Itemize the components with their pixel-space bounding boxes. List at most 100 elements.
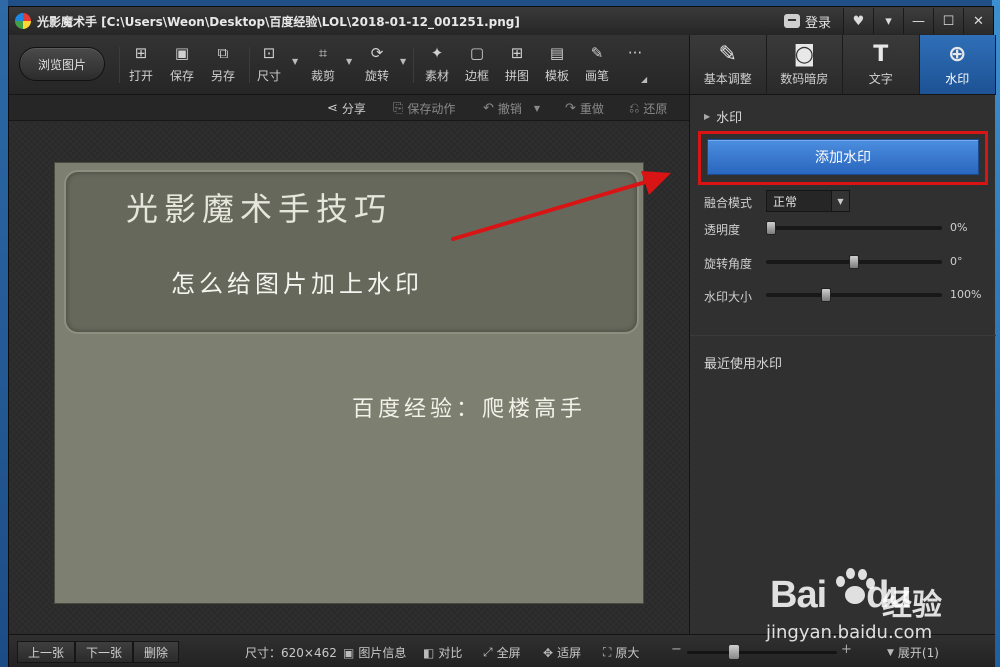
- right-panel: ✎ 基本调整 ◙ 数码暗房 T 文字 ⊕ 水印 ▶ 水印 添加水印 融合模式 正…: [689, 35, 996, 634]
- tool-save-as-label: 另存: [210, 69, 235, 83]
- rotation-slider-thumb[interactable]: [849, 255, 859, 269]
- restore-icon: ⎌: [629, 101, 640, 116]
- panel-tabs: ✎ 基本调整 ◙ 数码暗房 T 文字 ⊕ 水印: [690, 35, 996, 95]
- compare-label: 对比: [438, 646, 463, 660]
- tool-frame[interactable]: ▢ 边框: [457, 45, 497, 89]
- close-button[interactable]: ✕: [963, 8, 993, 34]
- fit-screen-button[interactable]: ✥ 适屏: [543, 644, 581, 661]
- share-button[interactable]: ⋖ 分享: [327, 100, 366, 117]
- tab-text[interactable]: T 文字: [843, 35, 920, 94]
- tool-save-label: 保存: [169, 69, 194, 83]
- more-icon: ···: [627, 44, 643, 62]
- save-action-button[interactable]: ⎘ 保存动作: [393, 100, 455, 117]
- blend-mode-value: 正常: [773, 194, 798, 209]
- tab-darkroom[interactable]: ◙ 数码暗房: [766, 35, 843, 94]
- crop-dropdown-icon[interactable]: ▼: [346, 57, 352, 66]
- material-icon: ✦: [430, 44, 444, 62]
- compare-button[interactable]: ◧ 对比: [423, 644, 462, 661]
- tab-basic-adjust[interactable]: ✎ 基本调整: [690, 35, 767, 94]
- watermark-icon: ⊕: [948, 42, 967, 67]
- baidu-jingyan-text: 经验: [882, 588, 942, 623]
- restore-label: 还原: [643, 102, 668, 116]
- menu-button[interactable]: ▾: [873, 8, 903, 34]
- zoom-slider-thumb[interactable]: [729, 645, 739, 659]
- opacity-slider-thumb[interactable]: [766, 221, 776, 235]
- opacity-value: 0%: [950, 221, 968, 234]
- login-label: 登录: [804, 15, 831, 31]
- fullscreen-label: 全屏: [496, 646, 521, 660]
- image-subtitle-text: 怎么给图片加上水印: [171, 270, 423, 298]
- save-action-label: 保存动作: [407, 102, 456, 116]
- tool-size[interactable]: ⊡ 尺寸: [249, 45, 289, 89]
- title-bar: 光影魔术手 [C:\Users\Weon\Desktop\百度经验\LOL\20…: [9, 7, 993, 35]
- minimize-button[interactable]: —: [903, 8, 933, 34]
- tool-template[interactable]: ▤ 模板: [537, 45, 577, 89]
- tool-more[interactable]: ···: [615, 45, 655, 89]
- original-size-icon: ⛶: [603, 645, 612, 659]
- tool-crop-label: 裁剪: [310, 69, 335, 83]
- image-size-readout: 尺寸：620×462: [245, 646, 337, 660]
- tool-material[interactable]: ✦ 素材: [417, 45, 457, 89]
- chevron-down-icon: ▼: [831, 191, 849, 211]
- rotation-value: 0°: [950, 255, 963, 268]
- tool-open[interactable]: ⊞ 打开: [121, 45, 161, 89]
- browse-images-button[interactable]: 浏览图片: [19, 47, 105, 81]
- rotation-label: 旋转角度: [704, 257, 753, 271]
- tool-brush[interactable]: ✎ 画笔: [577, 45, 617, 89]
- fit-screen-icon: ✥: [543, 645, 554, 660]
- save-action-icon: ⎘: [393, 101, 404, 116]
- image-info-button[interactable]: ▣ 图片信息: [343, 644, 406, 661]
- tab-darkroom-label: 数码暗房: [780, 72, 829, 86]
- login-button[interactable]: 登录: [783, 12, 831, 31]
- maximize-button[interactable]: ☐: [933, 8, 963, 34]
- prev-image-button[interactable]: 上一张: [17, 641, 76, 663]
- tool-save[interactable]: ▣ 保存: [162, 45, 202, 89]
- add-watermark-button[interactable]: 添加水印: [707, 139, 979, 175]
- original-size-button[interactable]: ⛶ 原大: [603, 644, 639, 661]
- baidu-jingyan-watermark: Bai du 经验 jingyan.baidu.com: [760, 560, 990, 650]
- zoom-slider-track[interactable]: [687, 651, 837, 654]
- tab-watermark-label: 水印: [945, 72, 970, 86]
- baidu-paw-icon: [832, 566, 876, 606]
- tool-rotate[interactable]: ⟳ 旋转: [357, 45, 397, 89]
- restore-button[interactable]: ⎌ 还原: [629, 100, 667, 117]
- watermark-size-slider-track[interactable]: [766, 293, 942, 297]
- opacity-slider-track[interactable]: [766, 226, 942, 230]
- recent-watermarks-title: 最近使用水印: [704, 357, 783, 372]
- size-dropdown-icon[interactable]: ▼: [292, 57, 298, 66]
- text-icon: T: [873, 42, 889, 67]
- darkroom-icon: ◙: [793, 42, 815, 67]
- fullscreen-icon: ⤢: [483, 645, 493, 659]
- tool-crop[interactable]: ⌗ 裁剪: [303, 45, 343, 89]
- zoom-out-button[interactable]: −: [671, 642, 682, 657]
- red-arrow-annotation: [451, 171, 671, 241]
- toolbar-divider: [413, 47, 414, 83]
- collage-icon: ⊞: [510, 44, 524, 62]
- fit-screen-label: 适屏: [557, 646, 582, 660]
- undo-icon: ↶: [483, 101, 494, 116]
- redo-button[interactable]: ↷ 重做: [565, 100, 604, 117]
- original-size-label: 原大: [615, 646, 640, 660]
- undo-button[interactable]: ↶ 撤销 ▼: [483, 100, 540, 117]
- fullscreen-button[interactable]: ⤢ 全屏: [483, 644, 521, 661]
- watermark-size-slider-thumb[interactable]: [820, 288, 831, 302]
- tool-save-as[interactable]: ⧉ 另存: [203, 45, 243, 89]
- save-as-icon: ⧉: [217, 44, 229, 62]
- toolbar-expand-icon[interactable]: ◢: [641, 75, 647, 84]
- delete-button[interactable]: 删除: [133, 641, 180, 663]
- blend-mode-select[interactable]: 正常 ▼: [766, 190, 850, 212]
- frame-icon: ▢: [469, 44, 485, 62]
- main-toolbar: 浏览图片 ⊞ 打开 ▣ 保存 ⧉ 另存 ⊡ 尺寸 ▼ ⌗ 裁剪 ▼ ⟳ 旋转 ▼: [9, 35, 689, 95]
- tab-watermark[interactable]: ⊕ 水印: [919, 35, 996, 94]
- rotate-dropdown-icon[interactable]: ▼: [400, 57, 406, 66]
- tool-brush-label: 画笔: [584, 69, 609, 83]
- tool-collage[interactable]: ⊞ 拼图: [497, 45, 537, 89]
- watermark-section-title: 水印: [716, 111, 743, 126]
- panel-divider: [690, 335, 996, 336]
- watermark-section-header[interactable]: ▶ 水印: [704, 107, 742, 126]
- next-image-button[interactable]: 下一张: [75, 641, 134, 663]
- save-icon: ▣: [174, 44, 190, 62]
- skin-button[interactable]: ♥: [843, 8, 873, 34]
- redo-label: 重做: [579, 102, 604, 116]
- watermark-size-value: 100%: [950, 288, 982, 301]
